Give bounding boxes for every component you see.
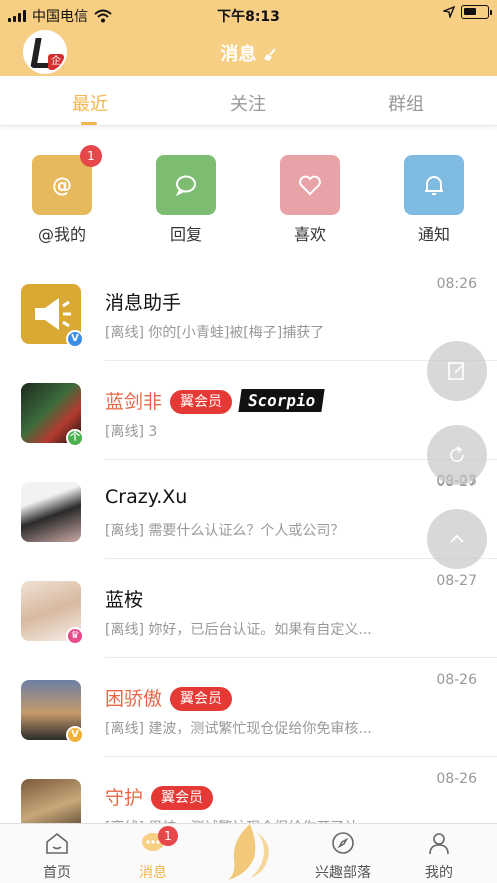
page-title-wrap: 消息 [0, 40, 497, 66]
verified-badge: V [66, 726, 84, 744]
compose-button[interactable] [427, 341, 487, 401]
status-bar: 中国电信 下午8:13 [0, 0, 497, 28]
at-icon: @ [52, 173, 72, 197]
tab-recent[interactable]: 最近 [50, 90, 130, 116]
clock: 下午8:13 [217, 9, 280, 25]
contact-name: 困骄傲 [105, 688, 163, 710]
vip-badge: 翼会员 [151, 786, 214, 810]
message-time: 08-26 [436, 672, 477, 688]
wing-logo-icon[interactable] [220, 822, 276, 882]
quick-action-like[interactable]: 喜欢 [280, 155, 340, 245]
tabbar-label: 消息 [139, 865, 167, 881]
member-badge: 个 [66, 429, 84, 447]
contact-name: 蓝桉 [105, 589, 144, 611]
heart-icon [299, 175, 321, 196]
person-icon [429, 833, 449, 855]
quick-action-label: 通知 [417, 225, 450, 244]
message-preview: [离线] 需要什么认证么？个人或公司？ [105, 523, 345, 539]
clear-broom-icon[interactable] [263, 48, 277, 62]
verified-badge: V [66, 330, 84, 348]
zodiac-tag: Scorpio [238, 389, 326, 412]
tab-following[interactable]: 关注 [208, 90, 288, 116]
quick-action-label: 喜欢 [293, 225, 326, 244]
avatar [21, 482, 81, 542]
chat-bubble-icon [175, 175, 196, 196]
at-badge: 1 [80, 145, 102, 167]
message-time: 08-26 [436, 771, 477, 787]
tab-groups[interactable]: 群组 [366, 90, 446, 116]
message-preview: [离线] 3 [105, 424, 158, 440]
message-preview: [离线] 建波，测试繁忙现仓促给你免审核... [105, 721, 372, 737]
tabbar-tribes[interactable]: 兴趣部落 [308, 830, 378, 882]
bottom-tab-bar: 首页 1 消息 兴趣部落 我的 [0, 823, 497, 883]
list-item[interactable]: Crazy.Xu [离线] 需要什么认证么？个人或公司？ 08-27 [0, 460, 497, 559]
quick-action-at-me[interactable]: @ 1 @我的 [32, 145, 102, 245]
compass-icon [332, 832, 354, 854]
contact-name-row: 困骄傲 翼会员 [105, 684, 233, 711]
tabbar-messages[interactable]: 1 消息 [118, 826, 188, 882]
bell-icon [425, 176, 443, 195]
contact-name: Crazy.Xu [105, 486, 188, 508]
refresh-button[interactable] [427, 425, 487, 485]
tab-indicator [81, 122, 97, 125]
tabbar-profile[interactable]: 我的 [404, 830, 474, 882]
refresh-icon [450, 446, 464, 462]
tabbar-label: 首页 [43, 865, 71, 881]
app-root: 中国电信 下午8:13 企 消息 最近 关注 群组 @ 1 @我的 回复 喜欢 … [0, 0, 497, 883]
list-item[interactable]: 个 蓝剑非翼会员Scorpio [离线] 3 09-05 [0, 361, 497, 489]
quick-action-reply[interactable]: 回复 [156, 155, 216, 245]
tabbar-home[interactable]: 首页 [22, 830, 92, 882]
at-tile: @ 1 [32, 145, 102, 215]
contact-name-row: 守护 翼会员 [105, 783, 214, 810]
list-item[interactable]: V 困骄傲 翼会员 [离线] 建波，测试繁忙现仓促给你免审核... 08-26 [0, 658, 497, 757]
message-count-badge: 1 [158, 826, 178, 846]
tabbar-label: 我的 [425, 865, 453, 881]
contact-name: 守护 [105, 787, 144, 809]
list-item[interactable]: ♛ 蓝桉 [离线] 妳好，已后台认证。如果有自定义... 08-27 [0, 559, 497, 658]
message-tabs: 最近 关注 群组 [0, 76, 497, 126]
contact-name: 消息助手 [105, 292, 182, 314]
vip-badge: 翼会员 [170, 687, 233, 711]
page-title: 消息 [220, 44, 257, 65]
message-preview: [离线] 妳好，已后台认证。如果有自定义... [105, 622, 372, 638]
notify-tile [404, 155, 464, 215]
list-item[interactable]: V 消息助手 [离线] 你的[小青蛙]被[梅子]捕获了 08:26 [0, 262, 497, 361]
edit-icon [448, 362, 465, 380]
contact-name: 蓝剑非 [105, 391, 163, 413]
message-time: 08:26 [436, 276, 477, 292]
vip-badge: 翼会员 [170, 390, 233, 414]
home-icon [46, 832, 68, 854]
quick-action-label: 回复 [169, 225, 202, 244]
quick-action-notify[interactable]: 通知 [404, 155, 464, 245]
location-arrow-icon [443, 6, 455, 18]
header: 中国电信 下午8:13 企 消息 [0, 0, 497, 76]
message-preview: [离线] 你的[小青蛙]被[梅子]捕获了 [105, 325, 325, 341]
status-right [443, 5, 492, 19]
reply-tile [156, 155, 216, 215]
battery-icon [461, 5, 492, 19]
like-tile [280, 155, 340, 215]
chevron-up-icon [450, 534, 464, 543]
quick-action-label: @我的 [37, 225, 86, 244]
contact-name-row: 蓝剑非 翼会员 Scorpio [105, 387, 326, 414]
message-time: 08-27 [436, 573, 477, 589]
crown-badge: ♛ [66, 627, 84, 645]
tabbar-label: 兴趣部落 [315, 865, 371, 881]
scroll-top-button[interactable] [427, 509, 487, 569]
quick-actions: @ 1 @我的 回复 喜欢 通知 [0, 145, 497, 245]
